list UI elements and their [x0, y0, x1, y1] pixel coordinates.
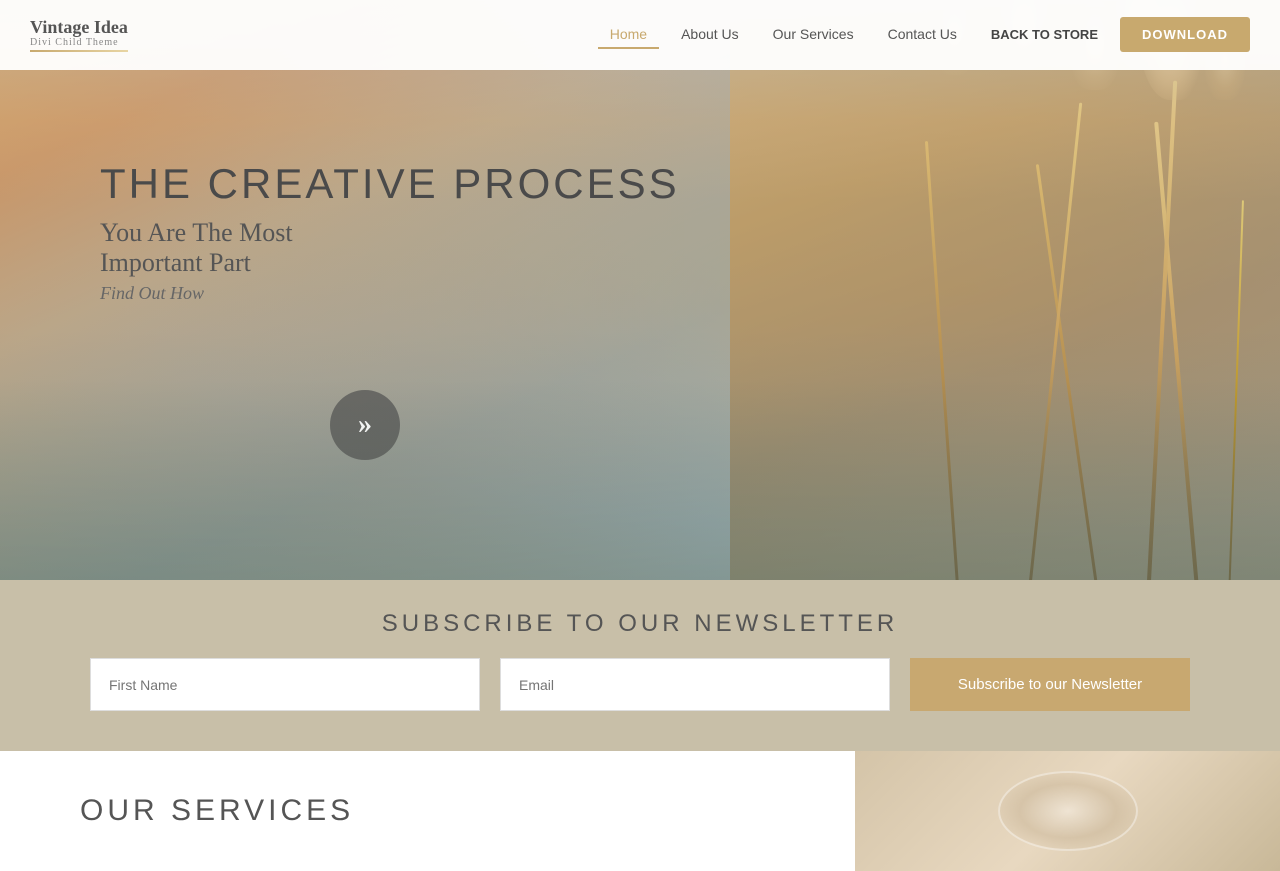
- email-input[interactable]: [500, 658, 890, 711]
- logo-title: Vintage Idea: [30, 18, 128, 38]
- services-left: OUR SERVICES: [0, 751, 855, 871]
- logo[interactable]: Vintage Idea Divi Child Theme: [30, 18, 128, 53]
- nav-item-about[interactable]: About Us: [669, 26, 751, 44]
- nav-link-services[interactable]: Our Services: [761, 21, 866, 47]
- nav-links: Home About Us Our Services Contact Us BA…: [598, 26, 1250, 44]
- nav-item-home[interactable]: Home: [598, 26, 659, 44]
- firstname-input[interactable]: [90, 658, 480, 711]
- hero-section: THE CREATIVE PROCESS You Are The Most Im…: [0, 0, 1280, 580]
- hero-title: THE CREATIVE PROCESS: [100, 160, 680, 208]
- services-decorative-shape: [998, 771, 1138, 851]
- logo-subtitle: Divi Child Theme: [30, 37, 128, 48]
- nav-link-about[interactable]: About Us: [669, 21, 751, 47]
- hero-subtitle: You Are The Most Important Part: [100, 218, 680, 278]
- subscribe-button[interactable]: Subscribe to our Newsletter: [910, 658, 1190, 711]
- landscape-overlay: [0, 380, 1280, 580]
- hero-content: THE CREATIVE PROCESS You Are The Most Im…: [100, 160, 680, 304]
- nav-link-download[interactable]: DOWNLOAD: [1120, 17, 1250, 52]
- nav-link-contact[interactable]: Contact Us: [876, 21, 969, 47]
- hero-tagline: Find Out How: [100, 283, 680, 304]
- nav-link-back-store[interactable]: BACK TO STORE: [979, 22, 1110, 47]
- nav-item-contact[interactable]: Contact Us: [876, 26, 969, 44]
- newsletter-section: SUBSCRIBE TO OUR NEWSLETTER Subscribe to…: [0, 580, 1280, 751]
- main-nav: Vintage Idea Divi Child Theme Home About…: [0, 0, 1280, 70]
- services-right-visual: [855, 751, 1280, 871]
- logo-line: [30, 50, 128, 52]
- services-section: OUR SERVICES: [0, 751, 1280, 871]
- services-title: OUR SERVICES: [80, 794, 354, 828]
- newsletter-title: SUBSCRIBE TO OUR NEWSLETTER: [382, 610, 899, 638]
- nav-item-download[interactable]: DOWNLOAD: [1120, 26, 1250, 44]
- nav-item-back-store[interactable]: BACK TO STORE: [979, 26, 1110, 44]
- nav-item-services[interactable]: Our Services: [761, 26, 866, 44]
- nav-link-home[interactable]: Home: [598, 21, 659, 49]
- newsletter-form: Subscribe to our Newsletter: [90, 658, 1190, 711]
